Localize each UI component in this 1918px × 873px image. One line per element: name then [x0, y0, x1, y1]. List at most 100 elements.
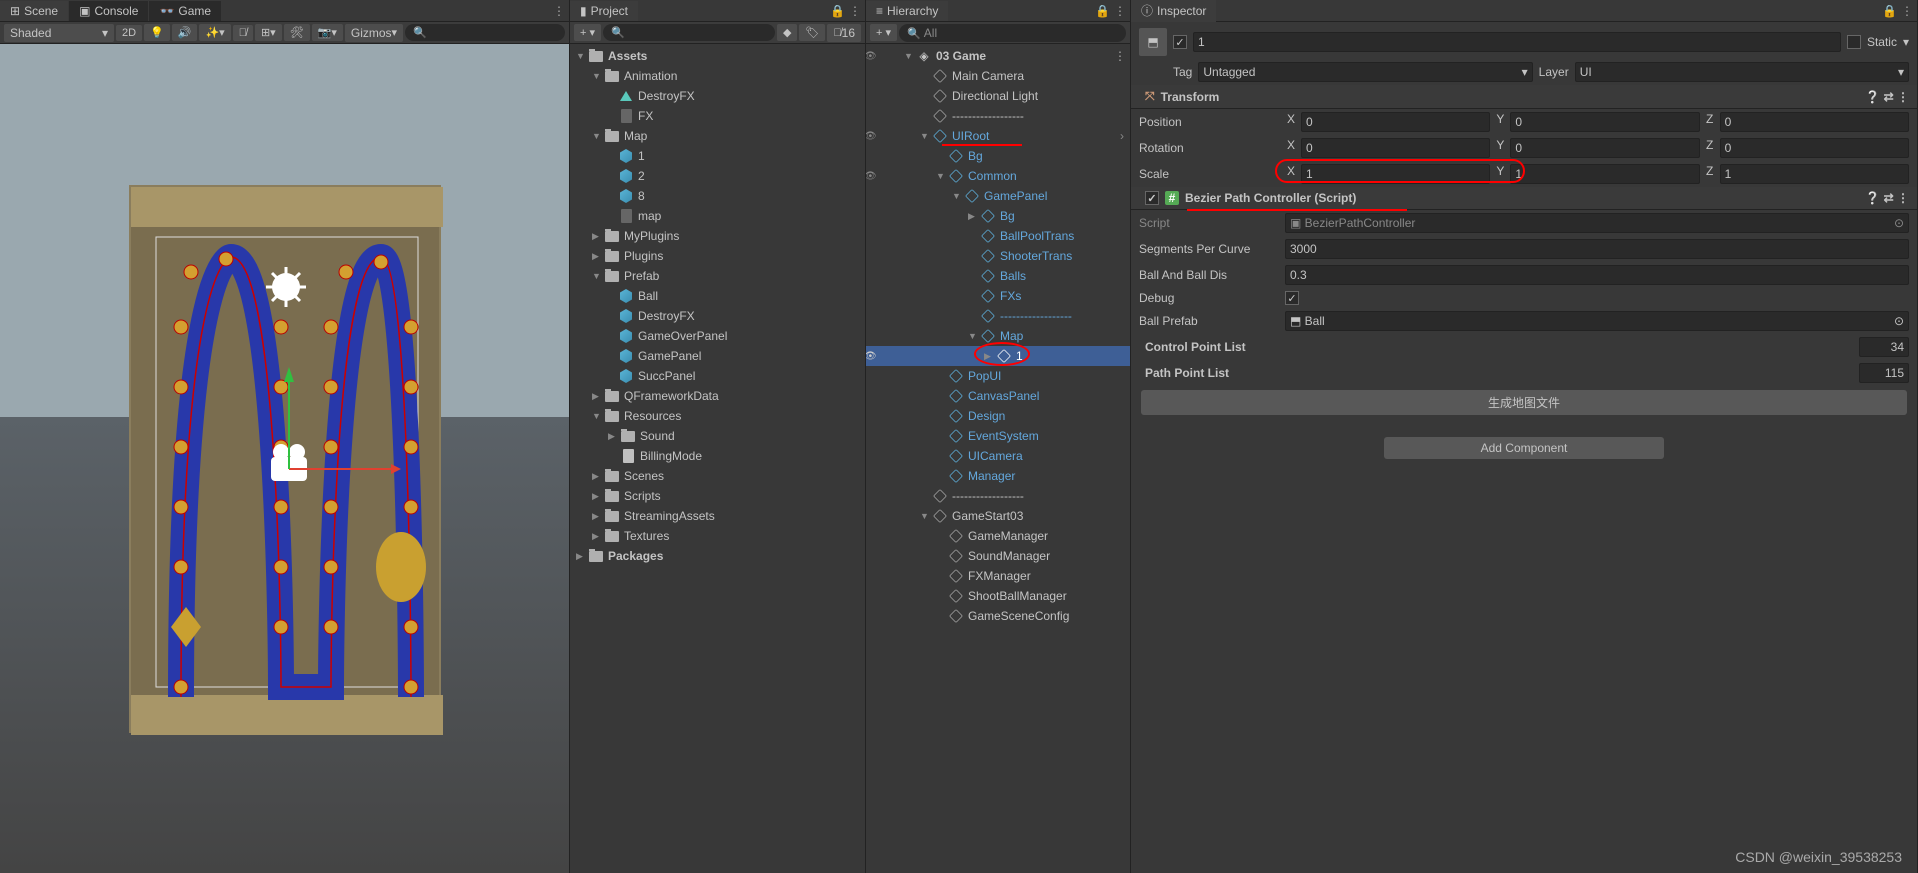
panel-menu-icon[interactable]: ⋮ — [849, 4, 861, 18]
lock-icon[interactable]: 🔒 — [830, 4, 845, 18]
prefab-2[interactable]: 2 — [570, 166, 865, 186]
object-picker-icon[interactable]: ⊙ — [1894, 216, 1904, 230]
gameobject-icon[interactable]: ⬒ — [1139, 28, 1167, 56]
project-search[interactable]: 🔍 — [603, 24, 775, 41]
go-balls[interactable]: Balls — [866, 266, 1130, 286]
transform-header[interactable]: ⤧ Transform ❔ ⇄ ⋮ — [1131, 85, 1917, 109]
scale-z[interactable]: 1 — [1720, 164, 1909, 184]
tab-inspector[interactable]: ⓘInspector — [1131, 0, 1216, 22]
file-map[interactable]: map — [570, 206, 865, 226]
folder-plugins[interactable]: Plugins — [570, 246, 865, 266]
eye-icon[interactable]: 👁 — [866, 131, 880, 142]
eye-icon[interactable]: 👁 — [866, 351, 880, 362]
go-common[interactable]: 👁Common — [866, 166, 1130, 186]
add-button[interactable]: + ▾ — [870, 24, 897, 41]
folder-map[interactable]: Map — [570, 126, 865, 146]
go-smgr[interactable]: SoundManager — [866, 546, 1130, 566]
prefab-destroyfx[interactable]: DestroyFX — [570, 306, 865, 326]
panel-menu-icon[interactable]: ⋮ — [553, 4, 565, 18]
hierarchy-tree[interactable]: 👁◈03 Game⋮ Main Camera Directional Light… — [866, 44, 1130, 873]
folder-qframework[interactable]: QFrameworkData — [570, 386, 865, 406]
rot-x[interactable]: 0 — [1301, 138, 1490, 158]
btn-2d[interactable]: 2D — [116, 25, 142, 41]
fx-icon[interactable]: ✨▾ — [199, 24, 230, 41]
go-bg2[interactable]: Bg — [866, 206, 1130, 226]
panel-menu-icon[interactable]: ⋮ — [1114, 4, 1126, 18]
segments-field[interactable]: 3000 — [1285, 239, 1909, 259]
prefab-gamepanel[interactable]: GamePanel — [570, 346, 865, 366]
panel-menu-icon[interactable]: ⋮ — [1901, 4, 1913, 18]
filter-label-icon[interactable]: 🏷 — [799, 24, 825, 41]
go-design[interactable]: Design — [866, 406, 1130, 426]
go-uicam[interactable]: UICamera — [866, 446, 1130, 466]
tab-scene[interactable]: ⊞Scene — [0, 1, 68, 21]
tab-game[interactable]: 👓Game — [149, 1, 221, 21]
light-icon[interactable]: 💡 — [144, 24, 170, 41]
go-eventsys[interactable]: EventSystem — [866, 426, 1130, 446]
go-sep3[interactable]: ------------------ — [866, 486, 1130, 506]
go-shooter[interactable]: ShooterTrans — [866, 246, 1130, 266]
go-sbmgr[interactable]: ShootBallManager — [866, 586, 1130, 606]
go-fxmgr[interactable]: FXManager — [866, 566, 1130, 586]
eye-icon[interactable]: 👁 — [866, 51, 880, 62]
go-gamepanel[interactable]: GamePanel — [866, 186, 1130, 206]
add-component-button[interactable]: Add Component — [1384, 437, 1664, 459]
go-bg[interactable]: Bg — [866, 146, 1130, 166]
folder-assets[interactable]: Assets — [570, 46, 865, 66]
go-fxs[interactable]: FXs — [866, 286, 1130, 306]
generate-map-button[interactable]: 生成地图文件 — [1141, 390, 1907, 415]
prefab-succpanel[interactable]: SuccPanel — [570, 366, 865, 386]
file-destroyfx[interactable]: DestroyFX — [570, 86, 865, 106]
scene-viewport[interactable] — [0, 44, 569, 873]
shading-mode-dropdown[interactable]: Shaded▾ — [4, 24, 114, 42]
name-field[interactable]: 1 — [1193, 32, 1841, 52]
rot-z[interactable]: 0 — [1720, 138, 1909, 158]
file-fx[interactable]: FX — [570, 106, 865, 126]
lock-icon[interactable]: 🔒 — [1882, 4, 1897, 18]
go-1-selected[interactable]: 👁1 — [866, 346, 1130, 366]
folder-sound[interactable]: Sound — [570, 426, 865, 446]
tag-dropdown[interactable]: Untagged▾ — [1198, 62, 1532, 82]
go-manager[interactable]: Manager — [866, 466, 1130, 486]
debug-checkbox[interactable] — [1285, 291, 1299, 305]
object-picker-icon[interactable]: ⊙ — [1894, 314, 1904, 328]
component-enabled-checkbox[interactable] — [1145, 191, 1159, 205]
chevron-down-icon[interactable]: ▾ — [1903, 35, 1909, 49]
bezier-header[interactable]: # Bezier Path Controller (Script) ❔ ⇄ ⋮ — [1131, 187, 1917, 210]
ball-dist-field[interactable]: 0.3 — [1285, 265, 1909, 285]
filter-type-icon[interactable]: ◆ — [777, 24, 797, 41]
grid-toggle-icon[interactable]: ⊞▾ — [255, 24, 282, 41]
go-canvas[interactable]: CanvasPanel — [866, 386, 1130, 406]
tab-console[interactable]: ▣Console — [69, 1, 148, 21]
pos-x[interactable]: 0 — [1301, 112, 1490, 132]
prefab-8[interactable]: 8 — [570, 186, 865, 206]
static-checkbox[interactable] — [1847, 35, 1861, 49]
prefab-1[interactable]: 1 — [570, 146, 865, 166]
active-checkbox[interactable] — [1173, 35, 1187, 49]
folder-packages[interactable]: Packages — [570, 546, 865, 566]
scene-search[interactable]: 🔍 — [405, 24, 565, 41]
component-menu[interactable]: ❔ ⇄ ⋮ — [1865, 90, 1909, 104]
go-ballpool[interactable]: BallPoolTrans — [866, 226, 1130, 246]
file-billing[interactable]: BillingMode — [570, 446, 865, 466]
scene-03game[interactable]: 👁◈03 Game⋮ — [866, 46, 1130, 66]
hidden-icon[interactable]: 👁̸ — [233, 25, 253, 41]
hierarchy-search[interactable]: 🔍 All — [899, 24, 1126, 42]
folder-resources[interactable]: Resources — [570, 406, 865, 426]
component-menu[interactable]: ❔ ⇄ ⋮ — [1865, 191, 1909, 205]
eye-icon[interactable]: 👁 — [866, 171, 880, 182]
folder-scenes[interactable]: Scenes — [570, 466, 865, 486]
cpl-count[interactable]: 34 — [1859, 337, 1909, 357]
go-gmgr[interactable]: GameManager — [866, 526, 1130, 546]
camera-icon[interactable]: 📷▾ — [312, 24, 343, 41]
layer-dropdown[interactable]: UI▾ — [1575, 62, 1909, 82]
go-dirlight[interactable]: Directional Light — [866, 86, 1130, 106]
prefab-ball[interactable]: Ball — [570, 286, 865, 306]
tools-icon[interactable]: 🛠 — [284, 24, 310, 41]
gizmos-dropdown[interactable]: Gizmos ▾ — [345, 24, 403, 42]
rot-y[interactable]: 0 — [1510, 138, 1699, 158]
lock-icon[interactable]: 🔒 — [1095, 4, 1110, 18]
hidden-toggle-icon[interactable]: 👁̸16 — [827, 24, 861, 42]
go-popui[interactable]: PopUI — [866, 366, 1130, 386]
folder-textures[interactable]: Textures — [570, 526, 865, 546]
